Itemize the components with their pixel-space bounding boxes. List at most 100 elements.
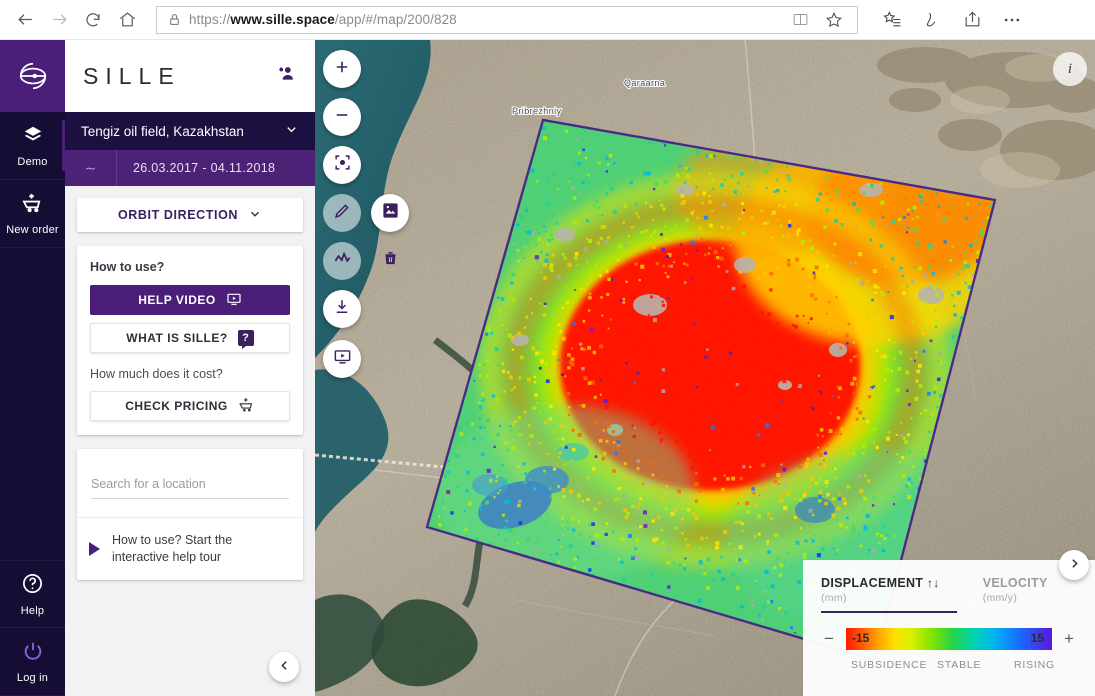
- waveform-icon: ∼: [65, 150, 117, 186]
- legend-scale-labels: SUBSIDENCE STABLE RISING: [821, 659, 1077, 671]
- chevron-left-icon: [278, 659, 291, 675]
- sidebar-item-demo[interactable]: Demo: [0, 112, 65, 180]
- left-nav-rail: Demo New order Help Log in: [0, 40, 65, 696]
- video-player-icon: [226, 291, 242, 310]
- help-video-button[interactable]: HELP VIDEO: [90, 285, 290, 315]
- legend-panel: DISPLACEMENT ↑↓ (mm) VELOCITY (mm/y) − -…: [803, 560, 1095, 696]
- check-pricing-button[interactable]: CHECK PRICING: [90, 391, 290, 421]
- how-to-use-card: How to use? HELP VIDEO WHAT IS SILLE? ? …: [77, 246, 303, 435]
- decrease-range-button[interactable]: −: [821, 629, 837, 649]
- settings-more-icon[interactable]: [992, 3, 1032, 37]
- sille-logo-icon[interactable]: [0, 40, 65, 112]
- pricing-question: How much does it cost?: [90, 367, 223, 381]
- sidebar-item-label: Demo: [17, 155, 48, 168]
- date-range-row[interactable]: ∼ 26.03.2017 - 04.11.2018: [65, 150, 315, 186]
- map-canvas[interactable]: Pribrezhniy Qaraarna i DISPLACEMENT ↑↓ (…: [315, 40, 1095, 696]
- reading-view-icon[interactable]: [783, 3, 817, 37]
- forward-arrow-icon[interactable]: [42, 3, 76, 37]
- increase-range-button[interactable]: +: [1061, 629, 1077, 649]
- browser-toolbar: https://www.sille.space/app/#/map/200/82…: [0, 0, 1095, 40]
- chevron-right-icon: [1068, 557, 1081, 573]
- zoom-out-button[interactable]: [323, 98, 361, 136]
- svg-text:Pribrezhniy: Pribrezhniy: [512, 106, 562, 116]
- project-name: Tengiz oil field, Kazakhstan: [81, 123, 244, 139]
- question-badge-icon: ?: [237, 330, 254, 349]
- label-stable: STABLE: [937, 659, 982, 671]
- sidebar-item-help[interactable]: Help: [0, 560, 65, 628]
- draw-row: [323, 194, 423, 265]
- chevron-down-icon: [248, 207, 262, 224]
- collapse-sidebar-button[interactable]: [269, 652, 299, 682]
- project-sidebar: SILLE Tengiz oil field, Kazakhstan ∼ 26.…: [65, 40, 315, 696]
- add-user-icon[interactable]: [276, 63, 297, 89]
- add-cart-icon: [21, 191, 44, 219]
- help-video-label: HELP VIDEO: [138, 293, 216, 307]
- url-text: https://www.sille.space/app/#/map/200/82…: [189, 12, 457, 27]
- trash-icon: [382, 250, 399, 272]
- lock-icon: [163, 13, 185, 26]
- date-range-text: 26.03.2017 - 04.11.2018: [133, 161, 276, 175]
- orbit-direction-button[interactable]: ORBIT DIRECTION: [77, 198, 303, 232]
- power-icon: [22, 640, 44, 667]
- locate-button[interactable]: [323, 146, 361, 184]
- download-icon: [333, 298, 351, 321]
- what-is-sille-label: WHAT IS SILLE?: [126, 331, 228, 345]
- start-help-tour-button[interactable]: How to use? Start the interactive help t…: [77, 517, 303, 580]
- tour-label: How to use? Start the interactive help t…: [112, 533, 233, 564]
- favorite-star-icon[interactable]: [817, 3, 851, 37]
- project-selector[interactable]: Tengiz oil field, Kazakhstan: [65, 112, 315, 150]
- address-bar[interactable]: https://www.sille.space/app/#/map/200/82…: [156, 3, 858, 37]
- color-scale-bar[interactable]: -15 15: [846, 628, 1052, 650]
- map-controls: [323, 50, 423, 388]
- how-to-use-question: How to use?: [90, 260, 165, 274]
- home-icon[interactable]: [110, 3, 144, 37]
- up-down-arrows-icon: ↑↓: [927, 576, 940, 590]
- video-button[interactable]: [323, 340, 361, 378]
- zoom-in-button[interactable]: [323, 50, 361, 88]
- refresh-icon[interactable]: [76, 3, 110, 37]
- timeseries-button[interactable]: [323, 242, 361, 280]
- label-subsidence: SUBSIDENCE: [851, 659, 928, 671]
- crosshair-icon: [333, 153, 352, 177]
- tab-displacement[interactable]: DISPLACEMENT ↑↓ (mm): [821, 576, 957, 613]
- search-and-tour-card: How to use? Start the interactive help t…: [77, 449, 303, 580]
- expand-legend-button[interactable]: [1059, 550, 1089, 580]
- back-arrow-icon[interactable]: [8, 3, 42, 37]
- question-circle-icon: [21, 572, 44, 600]
- scale-min-value: -15: [852, 631, 870, 645]
- delete-button[interactable]: [371, 242, 409, 280]
- map-info-button[interactable]: i: [1053, 52, 1087, 86]
- chart-line-icon: [333, 249, 352, 273]
- legend-scale-row: − -15 15 +: [821, 628, 1077, 650]
- check-pricing-label: CHECK PRICING: [125, 399, 228, 413]
- tab-displacement-label: DISPLACEMENT: [821, 576, 924, 590]
- pencil-icon: [333, 202, 351, 225]
- legend-tabs: DISPLACEMENT ↑↓ (mm) VELOCITY (mm/y): [821, 576, 1077, 613]
- minus-icon: [333, 106, 351, 129]
- brand-wordmark: SILLE: [83, 62, 181, 89]
- sidebar-item-login[interactable]: Log in: [0, 628, 65, 696]
- tab-velocity[interactable]: VELOCITY (mm/y): [983, 576, 1077, 613]
- label-rising: RISING: [1014, 659, 1056, 671]
- layers-icon: [22, 124, 44, 151]
- add-cart-icon: [238, 396, 255, 416]
- tab-velocity-unit: (mm/y): [982, 592, 1018, 604]
- scale-max-value: 15: [1030, 631, 1044, 645]
- chevron-down-icon: [284, 122, 299, 140]
- svg-text:Qaraarna: Qaraarna: [624, 78, 665, 88]
- search-input[interactable]: [91, 475, 289, 499]
- web-note-icon[interactable]: [912, 3, 952, 37]
- what-is-sille-button[interactable]: WHAT IS SILLE? ?: [90, 323, 290, 353]
- draw-button[interactable]: [323, 194, 361, 232]
- tab-displacement-unit: (mm): [821, 592, 847, 604]
- download-button[interactable]: [323, 290, 361, 328]
- browser-actions: [872, 3, 1032, 37]
- video-player-icon: [333, 347, 352, 371]
- app-root: Demo New order Help Log in SILLE Tengiz …: [0, 40, 1095, 696]
- sidebar-item-new-order[interactable]: New order: [0, 180, 65, 248]
- hub-icon[interactable]: [872, 3, 912, 37]
- sidebar-item-label: New order: [6, 224, 59, 236]
- share-icon[interactable]: [952, 3, 992, 37]
- sidebar-item-label: Help: [20, 604, 45, 617]
- orbit-direction-card: ORBIT DIRECTION: [77, 198, 303, 232]
